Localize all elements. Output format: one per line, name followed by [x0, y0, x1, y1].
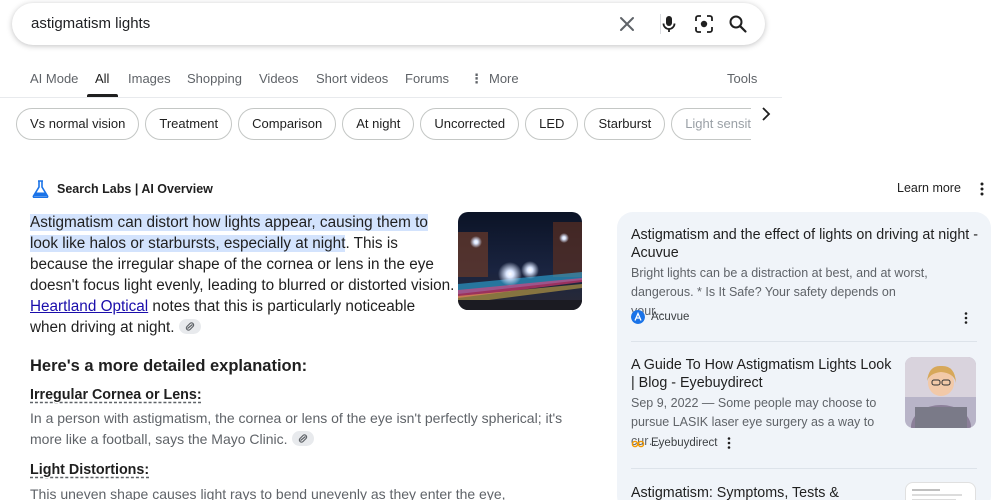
- detail-heading: Here's a more detailed explanation:: [30, 357, 308, 375]
- source-row-eyebuydirect[interactable]: Eyebuydirect: [631, 436, 731, 450]
- search-icon[interactable]: [728, 14, 748, 34]
- more-dots-icon: ⋮: [470, 71, 483, 86]
- source-divider: [631, 468, 977, 469]
- search-tabs: AI Mode All Images Shopping Videos Short…: [0, 60, 1000, 98]
- chip-at-night[interactable]: At night: [342, 108, 415, 140]
- chip-starburst[interactable]: Starburst: [584, 108, 666, 140]
- source-title-eyebuydirect[interactable]: A Guide To How Astigmatism Lights Look |…: [631, 356, 896, 392]
- source-row-acuvue[interactable]: Acuvue: [631, 310, 689, 324]
- tab-all[interactable]: All: [95, 71, 109, 86]
- ai-overview-title: Search Labs | AI Overview: [57, 182, 213, 196]
- ai-overview-summary: Astigmatism can distort how lights appea…: [30, 212, 455, 338]
- symptoms-thumbnail[interactable]: [905, 482, 976, 500]
- more-options-icon[interactable]: [727, 437, 731, 449]
- chip-vs-normal-vision[interactable]: Vs normal vision: [16, 108, 140, 140]
- clear-icon[interactable]: [617, 14, 637, 34]
- lens-icon[interactable]: [694, 14, 714, 34]
- tab-more[interactable]: ⋮ More: [470, 71, 519, 87]
- learn-more-link[interactable]: Learn more: [897, 181, 961, 195]
- eyebuydirect-thumbnail[interactable]: [905, 357, 976, 428]
- flask-icon: [32, 180, 49, 198]
- tab-videos[interactable]: Videos: [259, 71, 299, 86]
- more-options-icon[interactable]: [964, 312, 968, 324]
- chip-light-sensitivity[interactable]: Light sensitivity: [671, 108, 751, 140]
- section-text-irregular-cornea: In a person with astigmatism, the cornea…: [30, 408, 585, 450]
- chip-led[interactable]: LED: [525, 108, 579, 140]
- ai-overview-header: Search Labs | AI Overview: [32, 179, 213, 199]
- tab-short-videos[interactable]: Short videos: [316, 71, 388, 86]
- chip-treatment[interactable]: Treatment: [145, 108, 233, 140]
- section-heading-light-distortions: Light Distortions:: [30, 462, 150, 478]
- tab-forums[interactable]: Forums: [405, 71, 449, 86]
- acuvue-logo-icon: [631, 310, 645, 324]
- section-heading-irregular-cornea: Irregular Cornea or Lens:: [30, 387, 202, 403]
- search-bar[interactable]: astigmatism lights: [12, 3, 765, 45]
- section-text-light-distortions: This uneven shape causes light rays to b…: [30, 486, 506, 500]
- tools-button[interactable]: Tools: [727, 71, 757, 86]
- tabs-divider: [0, 97, 782, 98]
- chip-uncorrected[interactable]: Uncorrected: [420, 108, 520, 140]
- source-title-acuvue[interactable]: Astigmatism and the effect of lights on …: [631, 226, 981, 262]
- citation-link-icon[interactable]: [178, 319, 201, 334]
- source-title-symptoms[interactable]: Astigmatism: Symptoms, Tests &: [631, 484, 896, 500]
- eyebuydirect-logo-icon: [631, 440, 645, 448]
- tab-shopping[interactable]: Shopping: [187, 71, 242, 86]
- chevron-right-icon[interactable]: [758, 106, 774, 122]
- source-name-eyebuydirect: Eyebuydirect: [651, 437, 718, 449]
- source-divider: [631, 341, 977, 342]
- heartland-optical-link[interactable]: Heartland Optical: [30, 298, 148, 315]
- search-input[interactable]: astigmatism lights: [31, 15, 150, 32]
- more-options-icon[interactable]: [980, 182, 984, 196]
- refinement-chips: Vs normal vision Treatment Comparison At ni…: [16, 108, 751, 140]
- citation-link-icon[interactable]: [291, 431, 314, 446]
- night-driving-image[interactable]: [458, 212, 582, 310]
- sources-panel: Astigmatism and the effect of lights on …: [617, 212, 991, 500]
- tab-ai-mode[interactable]: AI Mode: [30, 71, 78, 86]
- source-name-acuvue: Acuvue: [651, 311, 690, 323]
- tab-more-label: More: [489, 71, 519, 86]
- chip-comparison[interactable]: Comparison: [238, 108, 337, 140]
- microphone-icon[interactable]: [659, 14, 679, 34]
- tab-images[interactable]: Images: [128, 71, 171, 86]
